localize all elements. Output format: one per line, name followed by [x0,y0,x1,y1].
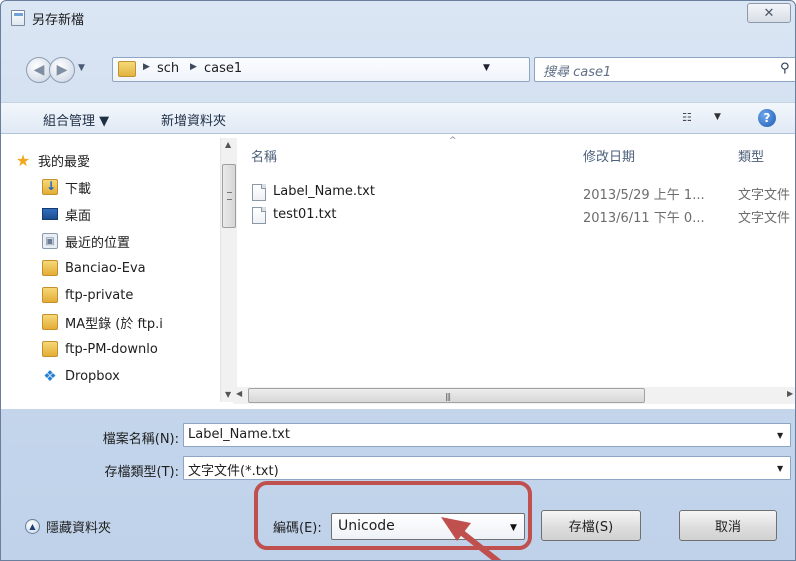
file-name: Label_Name.txt [273,184,375,199]
address-dropdown-icon[interactable]: ▼ [483,63,490,73]
file-type: 文字文件 [738,211,791,226]
column-header-name[interactable]: 名稱 [251,146,277,165]
sidebar-item-desktop[interactable]: 桌面 [42,203,232,225]
close-button[interactable]: ✕ [747,3,791,23]
chevron-down-icon[interactable]: ▼ [777,431,783,440]
organize-menu[interactable]: 組合管理 ▼ [43,110,109,129]
scroll-left-icon[interactable]: ◀ [236,389,242,398]
column-header-date[interactable]: 修改日期 [583,146,635,165]
title-bar: 另存新檔 ✕ [1,1,795,33]
downloads-folder-icon [42,179,58,195]
back-arrow-icon: ◀ [33,62,45,78]
hide-folders-toggle[interactable]: ▲ 隱藏資料夾 [25,517,111,536]
file-list: 名稱 ^ 修改日期 類型 Label_Name.txt 2013/5/29 上午… [233,134,795,409]
view-options-icon[interactable]: ☷ [682,111,698,125]
sidebar-item-label: ftp-PM-downlo [65,341,158,357]
encoding-value: Unicode [338,518,395,534]
scroll-grip-icon [227,192,232,200]
breadcrumb-separator-icon[interactable]: ▶ [190,62,197,72]
breadcrumb-separator-icon[interactable]: ▶ [143,62,150,72]
star-icon: ★ [15,150,31,170]
sidebar-item-banciao-eva[interactable]: Banciao-Eva [42,257,232,279]
folder-icon [42,260,58,276]
sidebar-item-label: ftp-private [65,287,134,303]
hide-folders-label: 隱藏資料夾 [46,521,112,536]
file-row[interactable]: Label_Name.txt 2013/5/29 上午 1... 文字文件 [248,183,795,203]
navigation-pane: ★ 我的最愛 下載 桌面 ▣ 最近的位置 Banciao-Eva ftp-p [15,134,237,409]
address-bar[interactable]: ▶ sch ▶ case1 ▼ ↻ [112,57,630,82]
file-name: test01.txt [273,207,337,222]
sidebar-item-label: MA型錄 (於 ftp.i [65,316,163,332]
folder-icon [118,61,136,77]
sidebar-item-recent-places[interactable]: ▣ 最近的位置 [42,230,232,252]
sidebar-item-label: Dropbox [65,368,120,384]
scroll-right-icon[interactable]: ▶ [787,389,793,398]
column-header-type[interactable]: 類型 [738,146,764,165]
file-row[interactable]: test01.txt 2013/6/11 下午 0... 文字文件 [248,206,795,226]
folder-icon [42,287,58,303]
filetype-select[interactable]: 文字文件(*.txt) ▼ [183,456,791,480]
breadcrumb-case1[interactable]: case1 [204,61,242,76]
file-date: 2013/6/11 下午 0... [583,211,705,226]
sidebar-item-label: Banciao-Eva [65,260,146,276]
view-dropdown-icon[interactable]: ▼ [714,112,721,122]
notepad-icon [11,10,25,26]
filename-label: 檔案名稱(N): [102,432,179,447]
search-icon[interactable]: ⚲ [780,61,790,76]
encoding-label: 編碼(E): [273,521,322,536]
command-toolbar: 組合管理 ▼ 新增資料夾 ☷ ▼ ? [1,102,795,134]
sidebar-item-dropbox[interactable]: ❖ Dropbox [42,365,232,387]
sidebar-item-label: 桌面 [65,208,92,224]
chevron-down-icon: ▼ [510,523,517,533]
recent-places-icon: ▣ [42,233,58,249]
help-icon[interactable]: ? [758,109,776,127]
text-file-icon [252,207,266,224]
file-type: 文字文件 [738,188,791,203]
sort-ascending-icon: ^ [449,136,457,146]
filename-field[interactable]: Label_Name.txt ▼ [183,423,791,447]
horizontal-scrollbar[interactable]: ◀ ||| ▶ [233,387,795,404]
sidebar-item-ftp-pm-download[interactable]: ftp-PM-downlo [42,338,205,360]
sidebar-item-ma-catalog[interactable]: MA型錄 (於 ftp.i [42,311,205,333]
breadcrumb-sch[interactable]: sch [157,61,179,76]
navigation-row: ◀ ▶ ▼ ▶ sch ▶ case1 ▼ ↻ 搜尋 case1 ⚲ [1,53,795,89]
sidebar-item-label: 我的最愛 [38,154,91,170]
new-folder-button[interactable]: 新增資料夾 [161,110,226,129]
filetype-label: 存檔類型(T): [104,465,179,480]
search-input[interactable]: 搜尋 case1 ⚲ [534,57,795,82]
sidebar-item-ftp-private[interactable]: ftp-private [42,284,232,306]
dropbox-icon: ❖ [43,367,57,385]
window-title: 另存新檔 [32,13,85,28]
sidebar-item-favorites[interactable]: ★ 我的最愛 [15,149,205,171]
browser-content: ★ 我的最愛 下載 桌面 ▣ 最近的位置 Banciao-Eva ftp-p [1,134,795,409]
chevron-up-icon: ▲ [25,519,40,534]
recent-locations-dropdown[interactable]: ▼ [78,63,85,73]
cancel-button[interactable]: 取消 [679,510,777,541]
sidebar-item-label: 最近的位置 [65,235,131,251]
sidebar-item-label: 下載 [65,181,92,197]
scroll-down-icon[interactable]: ▼ [225,390,231,399]
scroll-up-icon[interactable]: ▲ [225,140,231,149]
forward-arrow-icon: ▶ [56,62,68,78]
file-date: 2013/5/29 上午 1... [583,188,705,203]
desktop-icon [42,208,58,220]
scroll-grip-icon: ||| [445,392,451,401]
filename-value: Label_Name.txt [188,427,290,442]
save-button[interactable]: 存檔(S) [541,510,641,541]
folder-icon [42,314,58,330]
chevron-down-icon[interactable]: ▼ [777,464,783,473]
save-as-dialog: 另存新檔 ✕ ◀ ▶ ▼ ▶ sch ▶ case1 ▼ ↻ 搜尋 case1 … [0,0,796,561]
folder-icon [42,341,58,357]
encoding-select[interactable]: Unicode ▼ [331,513,525,540]
search-placeholder: 搜尋 case1 [543,65,612,80]
sidebar-item-downloads[interactable]: 下載 [42,176,232,198]
forward-button[interactable]: ▶ [49,57,75,83]
scrollbar-thumb[interactable]: ||| [248,388,645,403]
filetype-value: 文字文件(*.txt) [188,464,279,479]
text-file-icon [252,184,266,201]
